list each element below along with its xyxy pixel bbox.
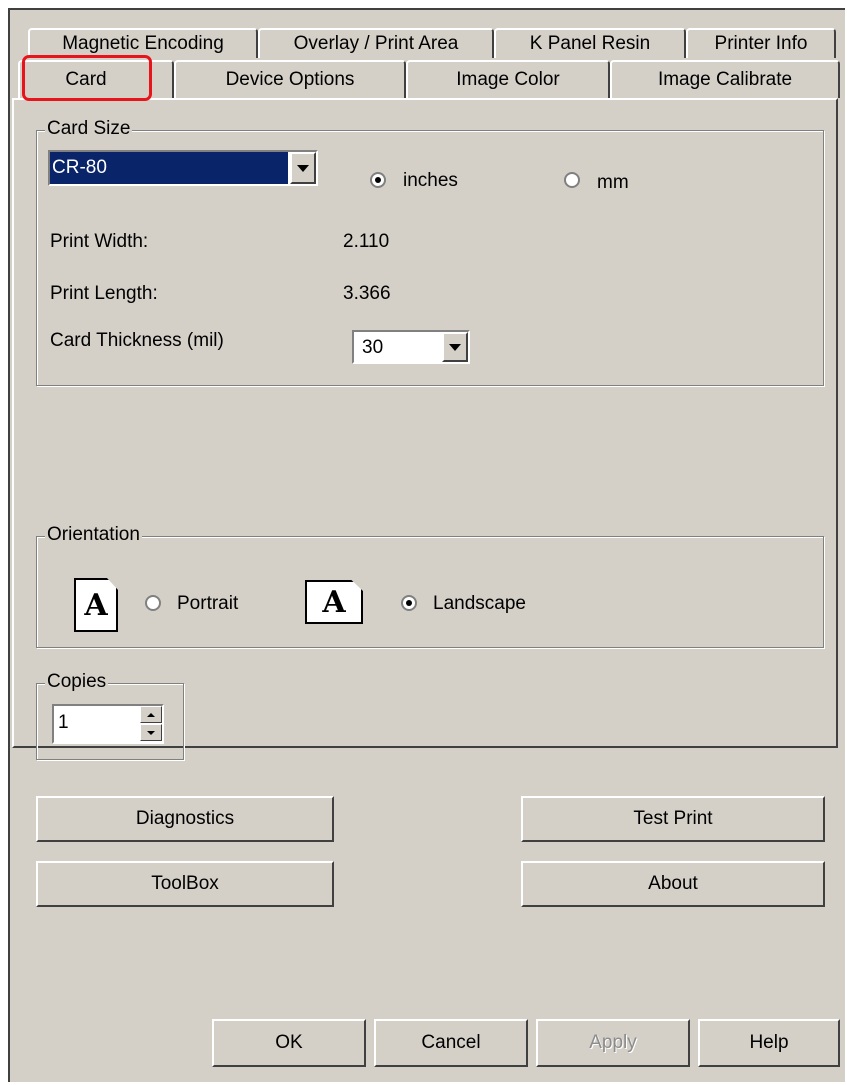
card-thickness-combobox[interactable]: 30 [352, 330, 470, 364]
cancel-button[interactable]: Cancel [374, 1019, 528, 1067]
card-size-dropdown-button[interactable] [290, 152, 316, 184]
mm-label: mm [597, 172, 629, 193]
help-button[interactable]: Help [698, 1019, 840, 1067]
inches-radio[interactable] [370, 172, 386, 188]
card-thickness-value: 30 [362, 337, 384, 358]
icon-letter: A [322, 584, 346, 620]
ok-button[interactable]: OK [212, 1019, 366, 1067]
chevron-up-icon [147, 712, 155, 717]
card-size-selected: CR-80 [50, 152, 288, 184]
button-label: Apply [589, 1032, 637, 1053]
orientation-group: Orientation [36, 524, 824, 648]
copies-stepper[interactable]: 1 [52, 704, 164, 744]
portrait-radio[interactable] [145, 595, 161, 611]
tab-label: Printer Info [714, 33, 808, 54]
landscape-label: Landscape [433, 593, 526, 614]
print-width-label: Print Width: [50, 231, 149, 252]
test-print-button[interactable]: Test Print [521, 796, 825, 842]
button-label: Diagnostics [135, 808, 235, 829]
button-label: About [648, 873, 698, 894]
tab-label: Overlay / Print Area [293, 33, 459, 54]
tab-k-panel-resin[interactable]: K Panel Resin [494, 28, 686, 58]
tab-image-color[interactable]: Image Color [406, 60, 610, 98]
icon-letter: A [84, 587, 108, 623]
portrait-label: Portrait [177, 593, 239, 614]
diagnostics-button[interactable]: Diagnostics [36, 796, 334, 842]
landscape-page-icon: A [305, 580, 363, 624]
tab-image-calibrate[interactable]: Image Calibrate [610, 60, 840, 98]
button-label: ToolBox [151, 873, 219, 894]
toolbox-button[interactable]: ToolBox [36, 861, 334, 907]
apply-button[interactable]: Apply [536, 1019, 690, 1067]
card-size-combobox[interactable]: CR-80 [48, 150, 318, 186]
tab-label: Image Color [456, 69, 560, 90]
print-width-value: 2.110 [343, 231, 390, 252]
tab-label: Device Options [225, 69, 355, 90]
chevron-down-icon [297, 164, 309, 172]
button-label: OK [275, 1032, 303, 1053]
tab-printer-info[interactable]: Printer Info [686, 28, 836, 58]
copies-label: Copies [45, 671, 109, 693]
card-thickness-label: Card Thickness (mil) [50, 330, 224, 351]
orientation-label: Orientation [45, 524, 142, 546]
landscape-radio[interactable] [401, 595, 417, 611]
inches-label: inches [403, 170, 458, 191]
about-button[interactable]: About [521, 861, 825, 907]
chevron-down-icon [147, 730, 155, 735]
print-length-label: Print Length: [50, 283, 158, 304]
button-label: Cancel [421, 1032, 481, 1053]
tab-device-options[interactable]: Device Options [174, 60, 406, 98]
card-tab-highlight [22, 55, 152, 101]
tab-label: K Panel Resin [529, 33, 651, 54]
chevron-down-icon [449, 343, 461, 351]
copies-value: 1 [58, 712, 69, 733]
copies-increment-button[interactable] [140, 706, 162, 723]
copies-decrement-button[interactable] [140, 724, 162, 741]
tab-label: Image Calibrate [657, 69, 793, 90]
print-length-value: 3.366 [343, 283, 391, 304]
tab-magnetic-encoding[interactable]: Magnetic Encoding [28, 28, 258, 58]
card-size-label: Card Size [45, 118, 133, 140]
portrait-page-icon: A [74, 578, 118, 632]
card-thickness-dropdown-button[interactable] [442, 332, 468, 362]
tab-overlay-print-area[interactable]: Overlay / Print Area [258, 28, 494, 58]
tab-label: Magnetic Encoding [62, 33, 224, 54]
button-label: Help [749, 1032, 789, 1053]
mm-radio[interactable] [564, 172, 580, 188]
button-label: Test Print [633, 808, 713, 829]
